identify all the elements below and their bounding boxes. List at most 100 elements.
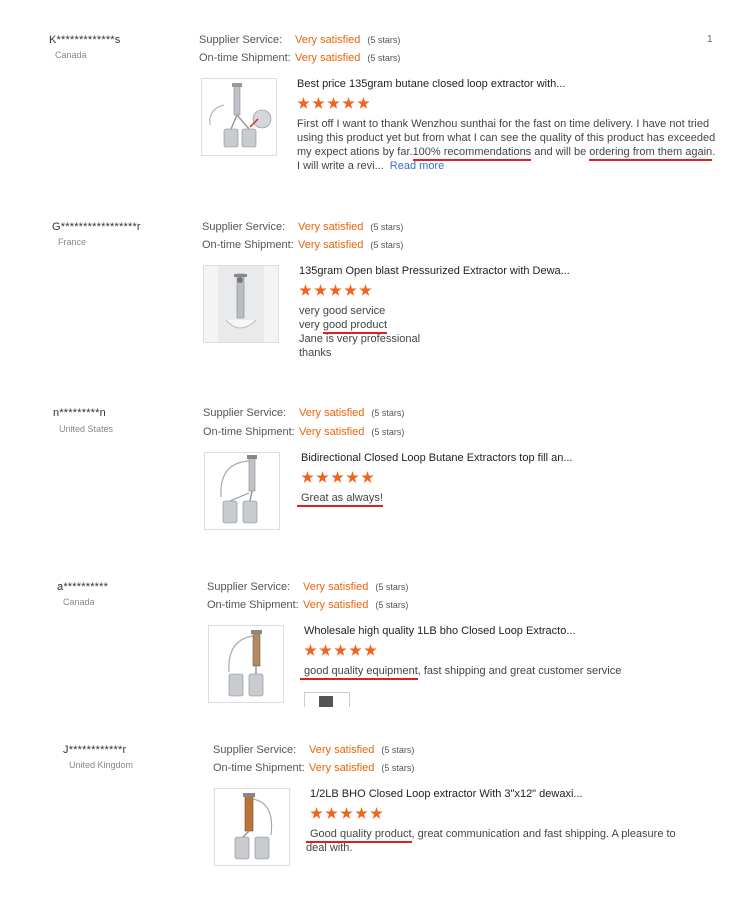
shipment-rating: On-time Shipment: Very satisfied (5 stars) [199,50,400,66]
supplier-service-value: Very satisfied [303,581,369,593]
star-icon [304,644,317,656]
shipment-note: (5 stars) [370,240,404,250]
product-title[interactable]: Best price 135gram butane closed loop ex… [297,78,565,90]
supplier-service-label: Supplier Service: [199,34,283,46]
product-title[interactable]: Bidirectional Closed Loop Butane Extract… [301,452,572,464]
star-icon [327,97,340,109]
star-icon [319,644,332,656]
shipment-value: Very satisfied [295,52,361,64]
highlighted-text: Great as always! [297,492,383,507]
buyer-country: Canada [63,597,95,607]
product-title[interactable]: 135gram Open blast Pressurized Extractor… [299,265,570,277]
supplier-service-note: (5 stars) [381,745,415,755]
supplier-service-note: (5 stars) [367,35,401,45]
product-thumbnail[interactable] [214,788,290,866]
product-title[interactable]: 1/2LB BHO Closed Loop extractor With 3"x… [310,788,583,800]
star-icon [357,97,370,109]
highlighted-text: ordering from them again [589,146,713,161]
star-icon [316,471,329,483]
supplier-service-rating: Supplier Service: Very satisfied (5 stars) [199,32,400,48]
shipment-label: On-time Shipment: [213,762,305,774]
star-rating [301,471,376,485]
buyer-name: n*********n [53,407,106,419]
buyer-country: United Kingdom [69,760,134,770]
buyer-country: France [58,237,87,247]
shipment-rating: On-time Shipment: Very satisfied (5 stars) [202,237,403,253]
supplier-service-rating: Supplier Service: Very satisfied (5 stars) [207,579,408,595]
star-icon [340,807,353,819]
star-icon [331,471,344,483]
buyer-name: a********** [57,581,109,593]
star-icon [310,807,323,819]
product-thumbnail[interactable] [204,452,280,530]
review-comment: good quality equipment, fast shipping an… [300,664,720,680]
review-photo-thumbnail[interactable] [304,692,350,707]
star-rating [297,97,372,111]
review-comment: Good quality product, great communicatio… [306,827,696,855]
star-rating [310,807,385,821]
buyer-name: J************r [63,744,127,756]
supplier-service-label: Supplier Service: [213,744,297,756]
star-icon [312,97,325,109]
buyer-name: G*****************r [52,221,141,233]
supplier-service-label: Supplier Service: [202,221,286,233]
read-more-link[interactable]: Read more [390,160,444,172]
star-icon [364,644,377,656]
supplier-service-rating: Supplier Service: Very satisfied (5 stars) [202,219,403,235]
star-icon [355,807,368,819]
star-rating [299,284,374,298]
shipment-rating: On-time Shipment: Very satisfied (5 stars) [207,597,408,613]
shipment-label: On-time Shipment: [207,599,299,611]
shipment-note: (5 stars) [367,53,401,63]
star-icon [370,807,383,819]
supplier-service-note: (5 stars) [375,582,409,592]
comment-line: very good product [299,318,599,334]
star-icon [334,644,347,656]
shipment-rating: On-time Shipment: Very satisfied (5 stars) [203,424,404,440]
supplier-service-rating: Supplier Service: Very satisfied (5 stars) [213,742,414,758]
star-icon [361,471,374,483]
comment-line: very good service [299,305,386,317]
star-icon [359,284,372,296]
supplier-service-note: (5 stars) [371,408,405,418]
supplier-service-note: (5 stars) [370,222,404,232]
star-icon [346,471,359,483]
extractor-with-flask-icon [209,83,272,148]
comment-line: Jane is very professional [299,333,421,345]
photo-preview [319,696,333,707]
supplier-service-label: Supplier Service: [207,581,291,593]
supplier-service-value: Very satisfied [295,34,361,46]
supplier-service-label: Supplier Service: [203,407,287,419]
star-icon [299,284,312,296]
buyer-country: United States [59,424,114,434]
highlighted-text: 100% recommendations [412,146,532,161]
review-comment: Great as always! [297,491,597,507]
supplier-service-value: Very satisfied [298,221,364,233]
star-icon [301,471,314,483]
shipment-note: (5 stars) [371,427,405,437]
bho-extractor-icon [228,630,264,697]
product-thumbnail[interactable] [201,78,277,156]
product-thumbnail[interactable] [203,265,279,343]
page-number[interactable]: 1 [707,34,713,45]
review-comment: very good service very good product Jane… [299,304,599,360]
shipment-note: (5 stars) [381,763,415,773]
star-icon [342,97,355,109]
star-icon [297,97,310,109]
star-icon [325,807,338,819]
shipment-value: Very satisfied [298,239,364,251]
buyer-country: Canada [55,50,87,60]
shipment-label: On-time Shipment: [199,52,291,64]
shipment-rating: On-time Shipment: Very satisfied (5 stars) [213,760,414,776]
shipment-value: Very satisfied [303,599,369,611]
product-title[interactable]: Wholesale high quality 1LB bho Closed Lo… [304,625,576,637]
comment-text: very [299,319,323,331]
star-icon [314,284,327,296]
shipment-note: (5 stars) [375,600,409,610]
star-icon [344,284,357,296]
shipment-value: Very satisfied [299,426,365,438]
supplier-service-value: Very satisfied [299,407,365,419]
product-thumbnail[interactable] [208,625,284,703]
star-rating [304,644,379,658]
highlighted-text: good quality equipment [300,665,418,680]
